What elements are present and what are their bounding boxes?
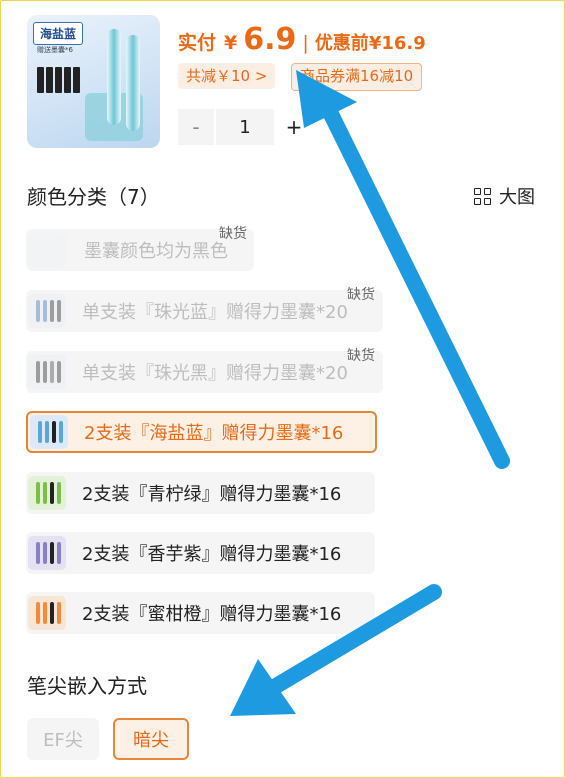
arrow-to-nib — [230, 584, 442, 716]
annotation-arrows — [230, 70, 510, 716]
arrow-to-price — [296, 70, 510, 469]
